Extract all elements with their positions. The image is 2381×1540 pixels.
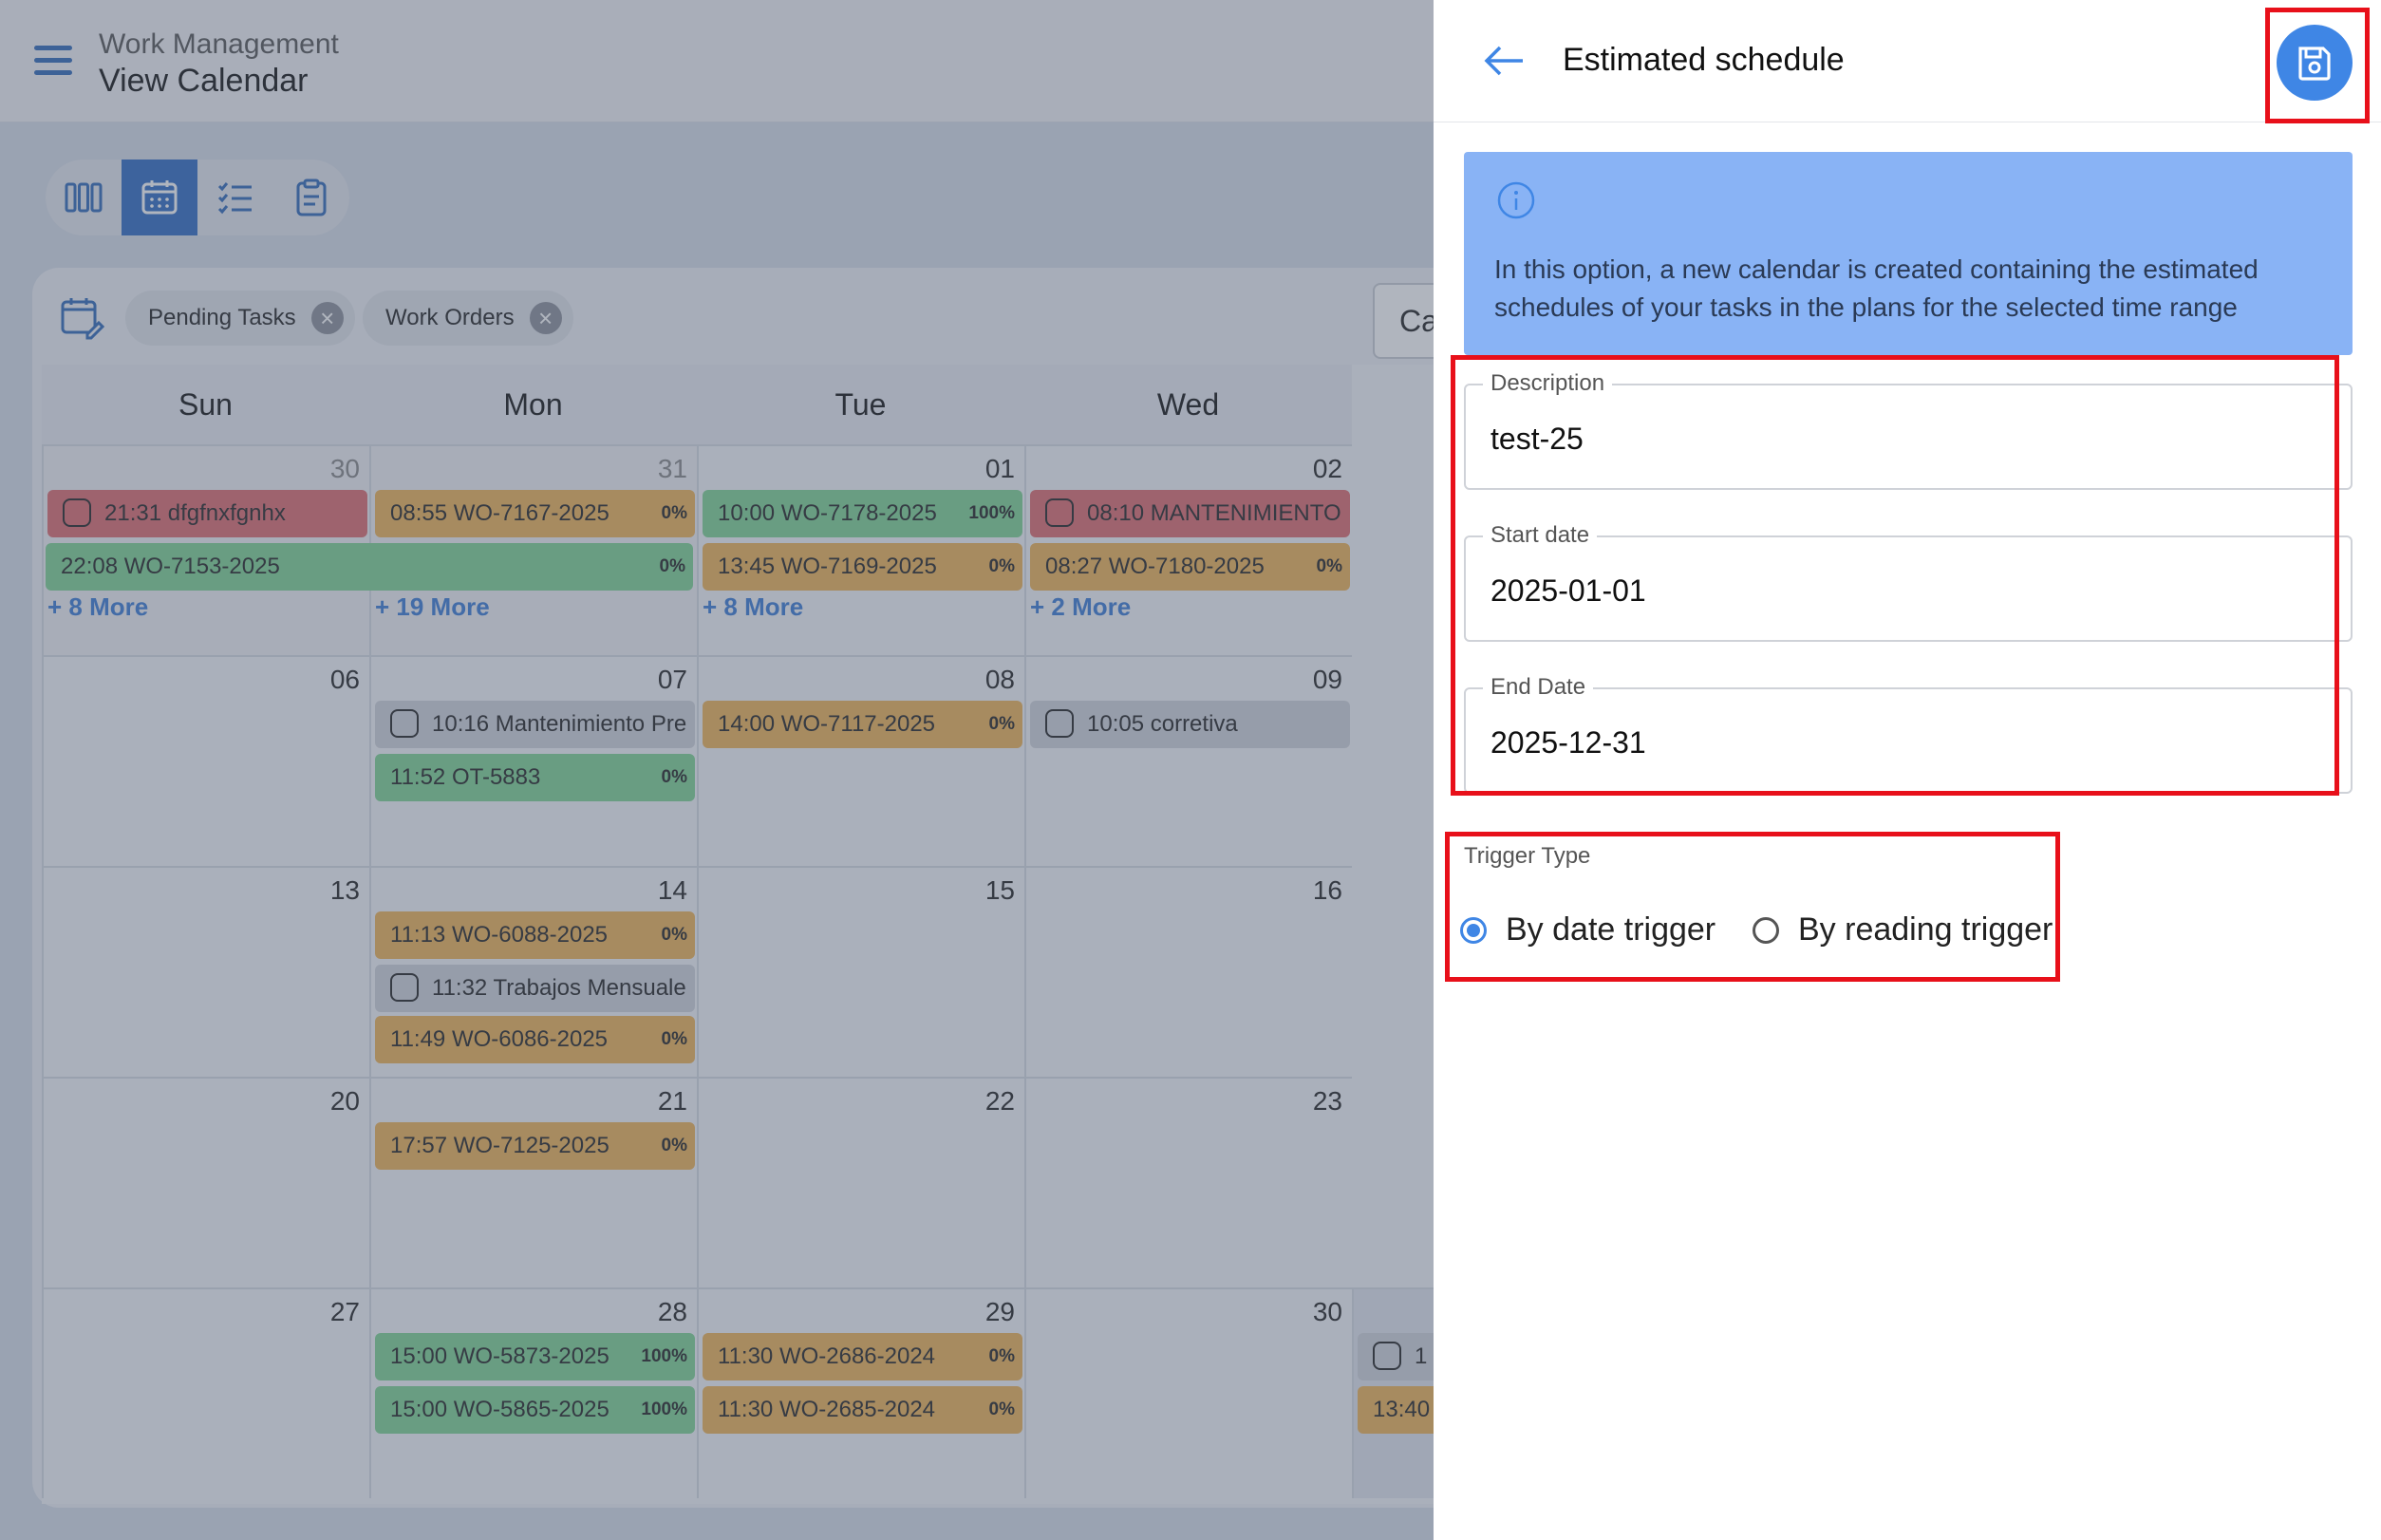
- estimated-schedule-panel: Estimated schedule In this option, a new…: [1434, 0, 2381, 1540]
- info-icon: [1497, 181, 1535, 219]
- info-text: In this option, a new calendar is create…: [1494, 254, 2259, 322]
- highlight-save: [2265, 8, 2370, 123]
- panel-header: Estimated schedule: [1434, 0, 2381, 123]
- info-banner: In this option, a new calendar is create…: [1464, 152, 2353, 355]
- highlight-trigger: [1445, 832, 2060, 982]
- panel-title: Estimated schedule: [1563, 42, 1845, 78]
- highlight-fields: [1451, 355, 2339, 796]
- back-arrow-icon[interactable]: [1481, 42, 1527, 80]
- modal-backdrop[interactable]: [0, 0, 1434, 1540]
- calendar-app: Work Management View Calendar Pending Ta…: [0, 0, 2381, 1540]
